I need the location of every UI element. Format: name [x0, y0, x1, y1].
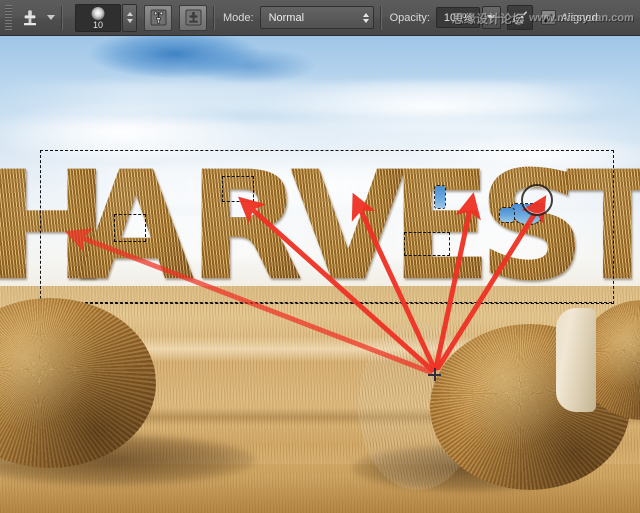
- brush-size-value: 10: [92, 19, 103, 30]
- options-divider-3: [379, 5, 382, 30]
- toggle-clone-source-panel-button[interactable]: [179, 4, 207, 31]
- clone-stamp-icon: [24, 9, 36, 25]
- blend-mode-select[interactable]: Normal: [259, 6, 374, 29]
- stepper-up-icon: [126, 12, 133, 16]
- active-tool-preset-picker[interactable]: [15, 5, 45, 31]
- aligned-checkbox[interactable]: [540, 10, 556, 25]
- aligned-checkbox-wrap[interactable]: Aligned: [540, 10, 598, 25]
- blend-mode-value: Normal: [268, 11, 305, 24]
- letter-A: A: [78, 140, 195, 314]
- letter-V: V: [290, 140, 407, 314]
- opacity-slider-dropdown[interactable]: [481, 6, 501, 29]
- opacity-label: Opacity:: [389, 11, 430, 24]
- letter-T: T: [566, 152, 640, 302]
- hay-bale-right-side: [556, 308, 596, 412]
- mode-label: Mode:: [223, 11, 254, 24]
- brush-picker-stepper[interactable]: [122, 3, 137, 32]
- stepper-down-icon: [126, 19, 133, 23]
- brush-size-preview[interactable]: 10: [75, 3, 121, 32]
- aligned-label: Aligned: [560, 11, 598, 24]
- sky-hole-patch: [434, 185, 446, 209]
- chevron-down-icon: [487, 15, 496, 20]
- opacity-value[interactable]: 100%: [435, 7, 480, 28]
- image-canvas[interactable]: H A R V E S T: [0, 36, 640, 513]
- sky-hole-patch: [499, 207, 515, 223]
- options-divider-1: [61, 5, 63, 30]
- opacity-field[interactable]: 100%: [435, 6, 501, 29]
- harvest-text-group: H A R V E S T: [0, 36, 640, 336]
- brush-tip-icon: [91, 6, 105, 20]
- letter-R: R: [188, 140, 304, 314]
- photoshop-window: 10 Mode: Normal Opacity: 100% Aligned 思缘…: [0, 0, 640, 513]
- toggle-brush-panel-button[interactable]: [144, 4, 172, 31]
- brush-panel-icon: [150, 9, 166, 26]
- options-bar-grip[interactable]: [5, 4, 12, 31]
- select-updown-icon: [362, 12, 369, 23]
- airbrush-button[interactable]: [506, 5, 533, 30]
- tool-preset-chevron-down-icon[interactable]: [47, 15, 55, 20]
- options-divider-2: [213, 5, 215, 30]
- tool-options-bar: 10 Mode: Normal Opacity: 100% Aligned: [0, 0, 640, 36]
- clone-source-panel-icon: [185, 9, 201, 26]
- airbrush-icon: [513, 10, 527, 25]
